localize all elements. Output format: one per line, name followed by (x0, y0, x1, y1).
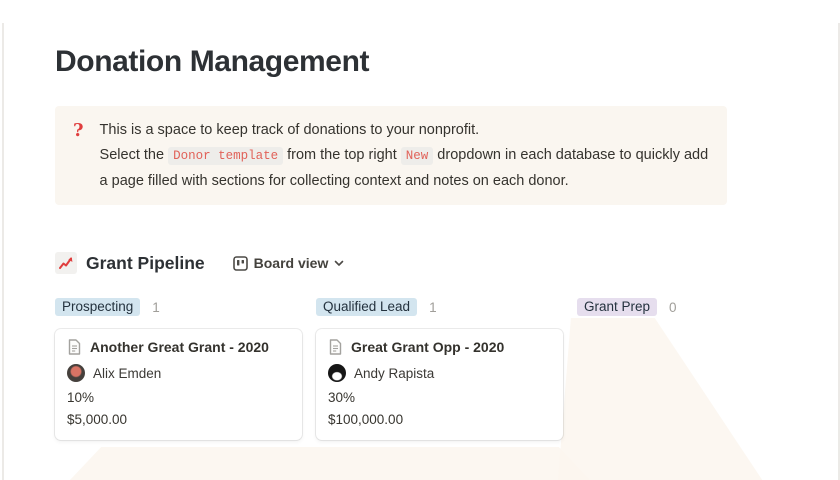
page-title: Donation Management (55, 45, 835, 79)
column-header[interactable]: Prospecting 1 (55, 297, 302, 317)
column-count: 1 (429, 300, 437, 315)
callout-text-segment: from the top right (283, 147, 401, 163)
database-title: Grant Pipeline (86, 253, 205, 274)
question-mark-icon: ? (73, 118, 84, 194)
card-amount: $100,000.00 (328, 412, 551, 427)
card-percent: 10% (67, 390, 290, 405)
column-header[interactable]: Grant Prep 0 (577, 297, 824, 317)
board-column: Grant Prep 0 (577, 297, 824, 440)
board-card[interactable]: Great Grant Opp - 2020 Andy Rapista 30% … (316, 329, 563, 440)
line-chart-icon (55, 252, 77, 274)
board-view-icon (233, 256, 248, 271)
column-cards: Another Great Grant - 2020 Alix Emden 10… (55, 329, 302, 440)
callout-line-1: This is a space to keep track of donatio… (100, 118, 711, 143)
callout-line-2: Select the Donor template from the top r… (100, 143, 711, 194)
callout-text: This is a space to keep track of donatio… (100, 118, 711, 194)
column-count: 0 (669, 300, 677, 315)
chevron-down-icon (334, 260, 344, 267)
assignee-name: Alix Emden (93, 366, 161, 381)
callout-text-segment: Select the (100, 147, 169, 163)
column-badge[interactable]: Prospecting (55, 298, 140, 316)
inline-code-new: New (401, 147, 434, 165)
board-card[interactable]: Another Great Grant - 2020 Alix Emden 10… (55, 329, 302, 440)
inline-code-donor-template: Donor template (168, 147, 283, 165)
screenshot-left-border (2, 23, 4, 480)
board: Prospecting 1 Another Great Grant - 2020… (55, 297, 835, 440)
assignee-avatar (67, 364, 85, 382)
column-badge[interactable]: Grant Prep (577, 298, 657, 316)
card-percent: 30% (328, 390, 551, 405)
page-document-icon (67, 339, 82, 355)
board-column: Qualified Lead 1 Great Grant Opp - 2020 … (316, 297, 563, 440)
board-column: Prospecting 1 Another Great Grant - 2020… (55, 297, 302, 440)
board-view-label: Board view (254, 255, 329, 271)
column-cards: Great Grant Opp - 2020 Andy Rapista 30% … (316, 329, 563, 440)
background-artifact (70, 447, 590, 480)
card-amount: $5,000.00 (67, 412, 290, 427)
page-body: Donation Management ? This is a space to… (55, 0, 835, 440)
database-header: Grant Pipeline Board view (55, 252, 835, 274)
page-document-icon (328, 339, 343, 355)
column-badge[interactable]: Qualified Lead (316, 298, 417, 316)
assignee-avatar (328, 364, 346, 382)
callout: ? This is a space to keep track of donat… (55, 106, 727, 205)
card-title: Great Grant Opp - 2020 (351, 339, 504, 355)
card-title: Another Great Grant - 2020 (90, 339, 269, 355)
column-count: 1 (152, 300, 160, 315)
board-view-tab[interactable]: Board view (233, 255, 345, 271)
column-header[interactable]: Qualified Lead 1 (316, 297, 563, 317)
assignee-name: Andy Rapista (354, 366, 434, 381)
